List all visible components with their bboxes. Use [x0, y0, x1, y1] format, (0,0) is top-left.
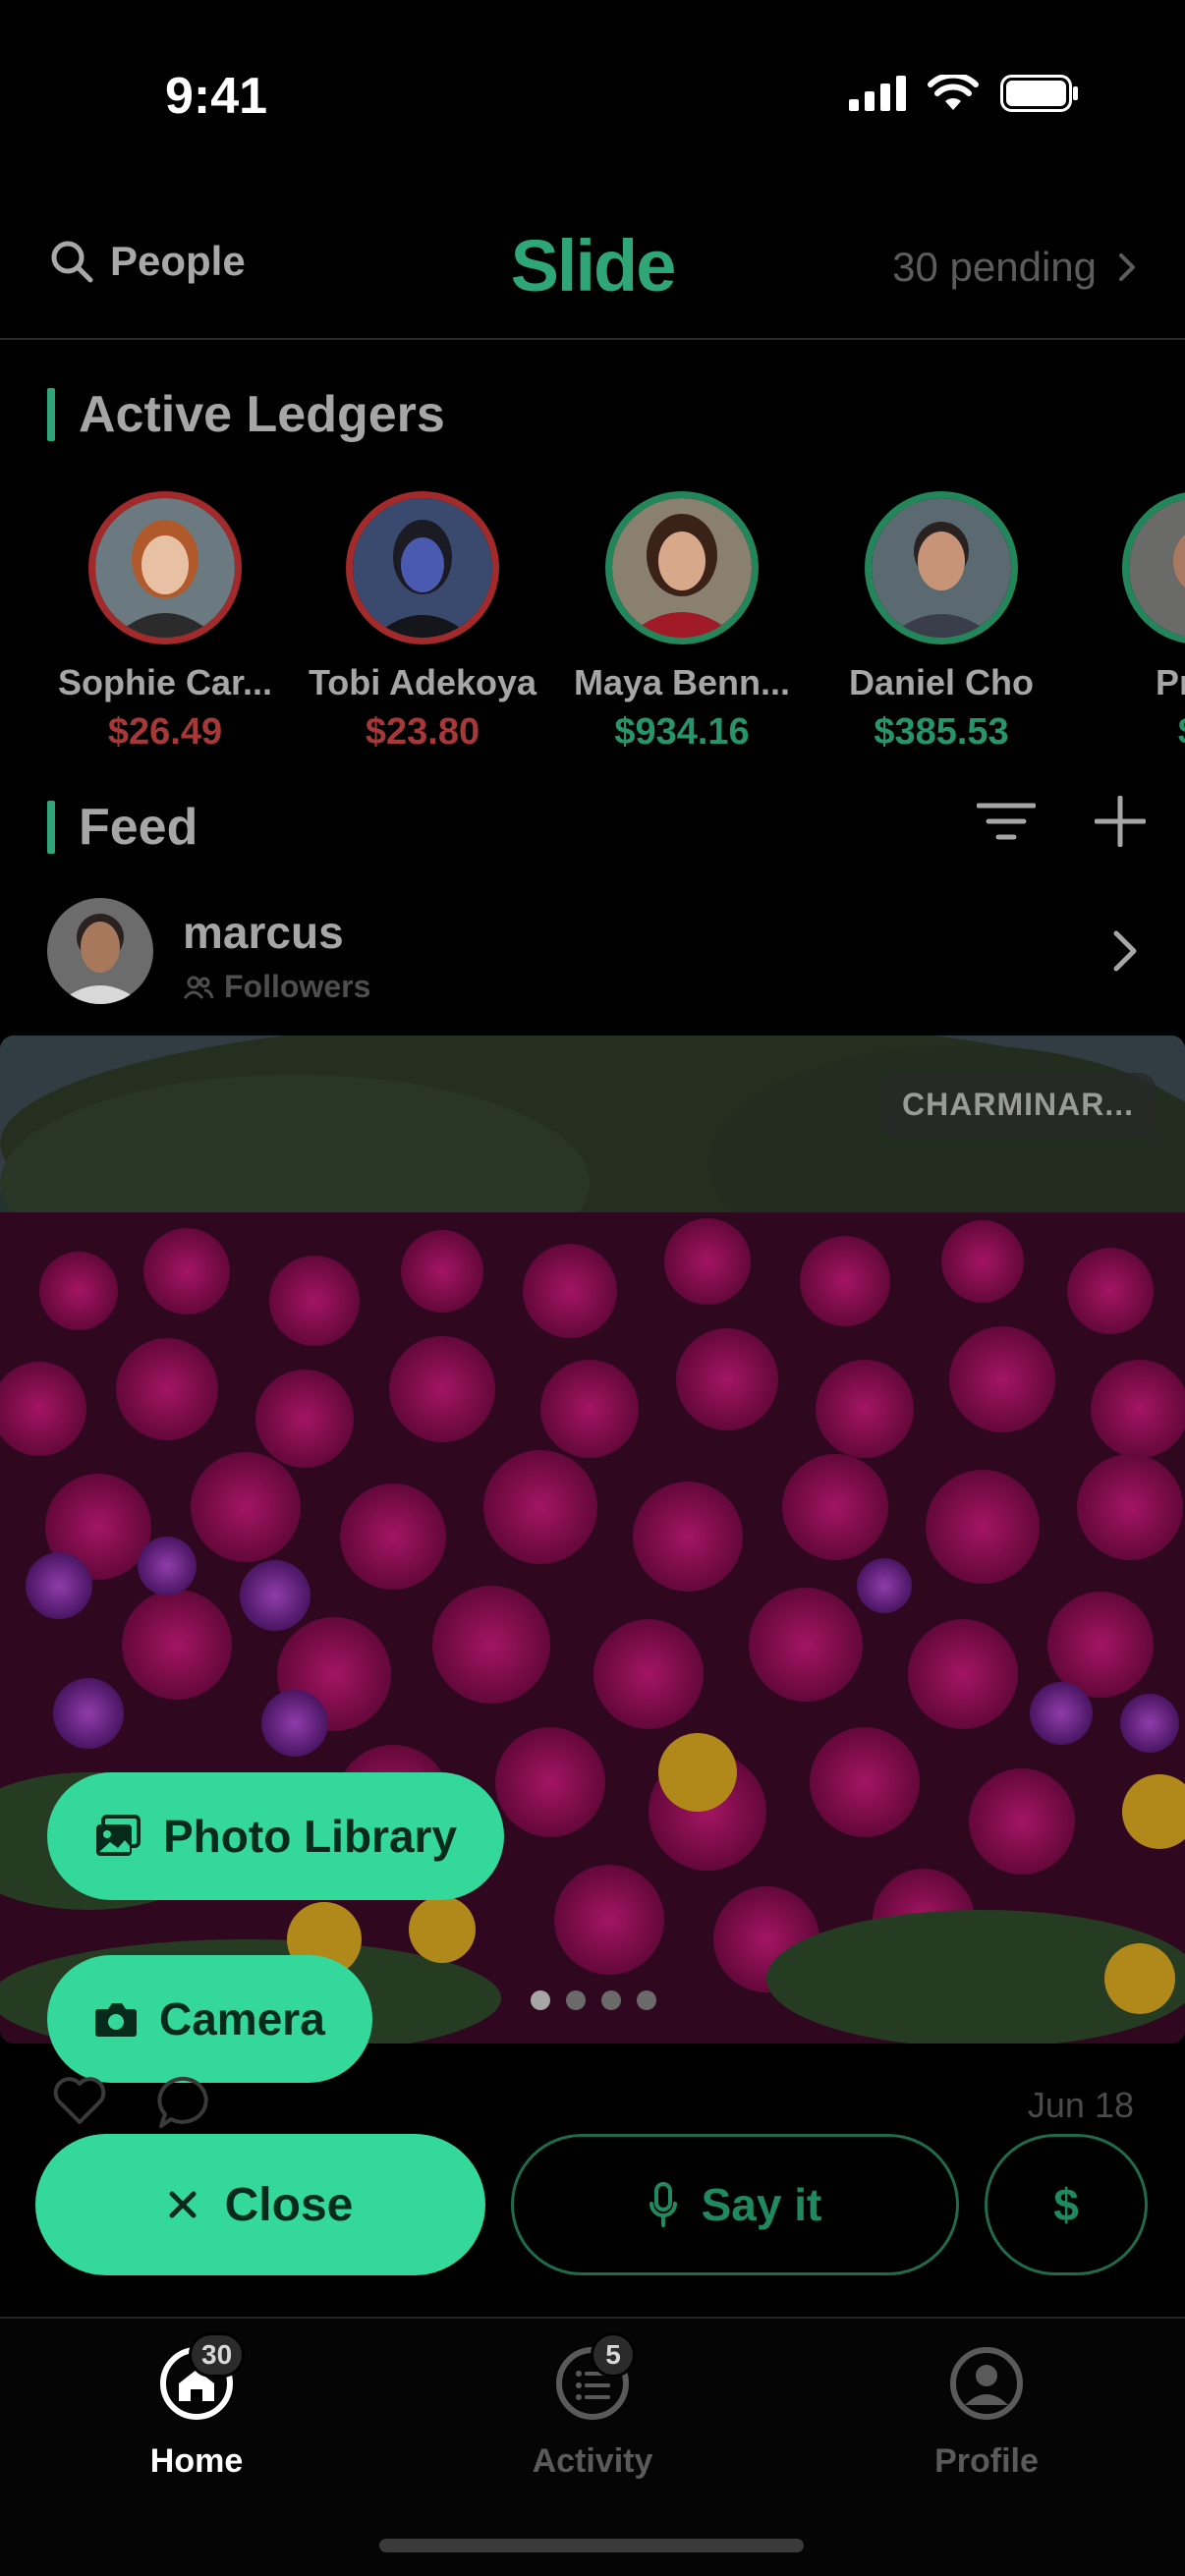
photo-library-label: Photo Library — [163, 1811, 458, 1862]
ledger-item[interactable]: Sophie Car... $26.49 — [47, 491, 283, 754]
ledger-amount: $385.53 — [874, 711, 1009, 753]
ledger-item[interactable]: Tobi Adekoya $23.80 — [305, 491, 540, 754]
payment-button[interactable]: $ — [985, 2134, 1148, 2275]
battery-icon — [1000, 75, 1078, 112]
say-it-label: Say it — [701, 2179, 822, 2230]
photo-page-dots — [531, 1990, 656, 2010]
ledger-amount: $26.49 — [107, 711, 223, 753]
avatar — [88, 491, 242, 644]
home-badge: 30 — [189, 2332, 246, 2378]
page-dot — [531, 1990, 550, 2010]
close-icon — [169, 2191, 197, 2218]
ledger-item[interactable]: Maya Benn... $934.16 — [564, 491, 800, 754]
page-dot — [566, 1990, 586, 2010]
chevron-right-icon[interactable] — [1112, 929, 1138, 973]
heart-icon[interactable] — [51, 2075, 108, 2126]
post-username[interactable]: marcus — [183, 906, 344, 959]
ledger-name: Sophie Car... — [57, 662, 273, 702]
say-it-button[interactable]: Say it — [511, 2134, 959, 2275]
tab-profile-label: Profile — [934, 2442, 1039, 2480]
ledger-item[interactable]: Priya $9 — [1081, 491, 1185, 754]
top-header: People Slide 30 pending — [0, 208, 1185, 340]
photo-library-icon — [96, 1815, 141, 1856]
ledger-carousel[interactable]: Sophie Car... $26.49 Tobi Adekoya $23.80… — [0, 481, 1185, 766]
avatar — [1122, 491, 1185, 644]
wifi-icon — [928, 75, 979, 110]
camera-label: Camera — [159, 1993, 325, 2044]
ledger-item[interactable]: Daniel Cho $385.53 — [823, 491, 1059, 754]
pending-requests-button[interactable]: 30 pending — [892, 244, 1136, 291]
home-tab-icon-wrap: 30 — [159, 2332, 246, 2421]
tab-bar: 30 Home 5 Activity Profile — [0, 2317, 1185, 2576]
feed-tools — [977, 796, 1146, 847]
feed-heading: Feed — [47, 798, 198, 857]
page-dot — [601, 1990, 621, 2010]
tab-profile[interactable]: Profile — [869, 2346, 1104, 2481]
ledger-name: Daniel Cho — [848, 662, 1034, 702]
page-dot — [637, 1990, 656, 2010]
section-accent-bar — [47, 801, 55, 854]
active-ledgers-title: Active Ledgers — [79, 386, 445, 443]
profile-tab-icon-wrap — [949, 2346, 1024, 2421]
plus-icon[interactable] — [1095, 796, 1146, 847]
close-label: Close — [224, 2178, 354, 2231]
tab-activity[interactable]: 5 Activity — [475, 2332, 710, 2481]
active-ledgers-heading: Active Ledgers — [47, 385, 445, 444]
avatar — [346, 491, 499, 644]
post-audience: Followers — [183, 969, 370, 1005]
status-icons — [849, 75, 1079, 112]
ledger-amount: $9 — [1081, 711, 1185, 754]
chevron-right-icon — [1119, 253, 1135, 281]
camera-button[interactable]: Camera — [47, 1955, 372, 2083]
comment-icon[interactable] — [157, 2075, 214, 2130]
close-button[interactable]: Close — [35, 2134, 485, 2275]
microphone-icon — [649, 2182, 677, 2227]
avatar — [865, 491, 1018, 644]
camera-icon — [95, 2003, 137, 2037]
tab-home[interactable]: 30 Home — [79, 2332, 314, 2481]
avatar — [605, 491, 759, 644]
location-badge[interactable]: CHARMINAR... — [880, 1073, 1156, 1137]
ledger-name: Priya — [1155, 662, 1185, 702]
status-bar: 9:41 — [0, 0, 1185, 187]
photo-library-button[interactable]: Photo Library — [47, 1772, 505, 1900]
ledger-amount: $934.16 — [614, 711, 750, 753]
post-header[interactable]: marcus Followers — [47, 896, 1138, 1004]
activity-tab-icon-wrap: 5 — [555, 2332, 636, 2421]
filter-icon[interactable] — [977, 800, 1036, 843]
profile-icon — [950, 2347, 1023, 2420]
home-indicator — [379, 2539, 804, 2552]
feed-title: Feed — [79, 799, 198, 856]
followers-icon — [183, 976, 214, 999]
post-actions — [51, 2075, 214, 2130]
cellular-signal-icon — [849, 76, 906, 111]
tab-activity-label: Activity — [532, 2442, 653, 2480]
ledger-name: Maya Benn... — [573, 662, 791, 702]
section-accent-bar — [47, 388, 55, 441]
tab-home-label: Home — [149, 2442, 244, 2480]
post-audience-label: Followers — [224, 969, 371, 1004]
dollar-label: $ — [1053, 2179, 1079, 2230]
ledger-amount: $23.80 — [365, 711, 480, 753]
avatar[interactable] — [47, 898, 153, 1004]
ledger-name: Tobi Adekoya — [308, 662, 537, 702]
post-date: Jun 18 — [1027, 2085, 1134, 2125]
activity-badge: 5 — [591, 2332, 636, 2378]
status-time: 9:41 — [165, 68, 268, 125]
pending-label: 30 pending — [892, 244, 1097, 290]
